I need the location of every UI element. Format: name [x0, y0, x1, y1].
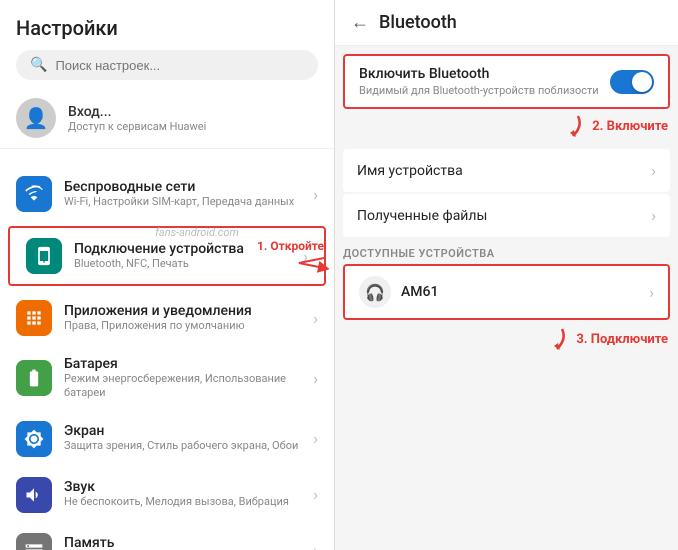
bluetooth-title: Bluetooth	[379, 12, 457, 33]
search-input[interactable]	[55, 58, 304, 73]
sidebar-item-display[interactable]: Экран Защита зрения, Стиль рабочего экра…	[0, 411, 334, 467]
sidebar-item-apps[interactable]: Приложения и уведомления Права, Приложен…	[0, 290, 334, 346]
storage-title: Память	[64, 535, 301, 550]
sidebar-item-storage[interactable]: Память Память, Очистка памяти ›	[0, 523, 334, 550]
bluetooth-enable-label: Включить Bluetooth	[359, 66, 599, 82]
device-connection-icon	[26, 238, 62, 274]
bluetooth-enable-row: Включить Bluetooth Видимый для Bluetooth…	[359, 66, 654, 97]
sound-text: Звук Не беспокоить, Мелодия вызова, Вибр…	[64, 479, 301, 509]
display-title: Экран	[64, 423, 301, 439]
device-am61-chevron: ›	[649, 283, 654, 302]
account-name: Вход...	[68, 104, 206, 120]
battery-subtitle: Режим энергосбережения, Использование ба…	[64, 372, 301, 401]
sound-title: Звук	[64, 479, 301, 495]
sidebar-item-battery[interactable]: Батарея Режим энергосбережения, Использо…	[0, 346, 334, 411]
device-name-chevron: ›	[651, 161, 656, 180]
settings-title: Настройки	[16, 16, 318, 40]
battery-icon	[16, 360, 52, 396]
bluetooth-toggle[interactable]	[610, 70, 654, 94]
battery-text: Батарея Режим энергосбережения, Использо…	[64, 356, 301, 401]
back-button[interactable]: ←	[351, 12, 369, 33]
bluetooth-enable-subtitle: Видимый для Bluetooth-устройств поблизос…	[359, 84, 599, 97]
apps-subtitle: Права, Приложения по умолчанию	[64, 319, 301, 333]
device-am61[interactable]: 🎧 AM61 ›	[343, 264, 670, 320]
wireless-title: Беспроводные сети	[64, 179, 301, 195]
settings-list: Беспроводные сети Wi-Fi, Настройки SIM-к…	[0, 166, 334, 550]
apps-icon	[16, 300, 52, 336]
settings-panel: Настройки 🔍 👤 Вход... Доступ к сервисам …	[0, 0, 335, 550]
device-connection-subtitle: Bluetooth, NFC, Печать	[74, 257, 291, 271]
annotation-2-label: 2. Включите	[592, 119, 668, 134]
device-am61-name: AM61	[401, 284, 639, 300]
apps-text: Приложения и уведомления Права, Приложен…	[64, 303, 301, 333]
received-files-label: Полученные файлы	[357, 208, 487, 224]
sound-icon	[16, 477, 52, 513]
avatar: 👤	[16, 98, 56, 138]
apps-chevron: ›	[313, 309, 318, 328]
storage-chevron: ›	[313, 541, 318, 550]
bluetooth-panel: ← Bluetooth Включить Bluetooth Видимый д…	[335, 0, 678, 550]
display-icon	[16, 421, 52, 457]
device-connection-title: Подключение устройства	[74, 241, 291, 257]
storage-text: Память Память, Очистка памяти	[64, 535, 301, 550]
device-name-item[interactable]: Имя устройства ›	[343, 149, 670, 192]
annotation-3-arrow	[542, 324, 572, 354]
received-files-item[interactable]: Полученные файлы ›	[343, 194, 670, 237]
sidebar-item-device-connection[interactable]: Подключение устройства Bluetooth, NFC, П…	[8, 226, 326, 286]
left-header: Настройки 🔍	[0, 0, 334, 88]
sidebar-item-wireless[interactable]: Беспроводные сети Wi-Fi, Настройки SIM-к…	[0, 166, 334, 222]
annotation-2-arrow	[558, 111, 588, 141]
wireless-text: Беспроводные сети Wi-Fi, Настройки SIM-к…	[64, 179, 301, 209]
account-text: Вход... Доступ к сервисам Huawei	[68, 104, 206, 133]
bluetooth-enable-section: Включить Bluetooth Видимый для Bluetooth…	[343, 54, 670, 109]
bluetooth-enable-text: Включить Bluetooth Видимый для Bluetooth…	[359, 66, 599, 97]
battery-chevron: ›	[313, 369, 318, 388]
search-box[interactable]: 🔍	[16, 50, 318, 80]
device-connection-chevron: ›	[303, 247, 308, 266]
wireless-subtitle: Wi-Fi, Настройки SIM-карт, Передача данн…	[64, 195, 301, 209]
device-name-label: Имя устройства	[357, 163, 463, 179]
battery-title: Батарея	[64, 356, 301, 372]
sound-subtitle: Не беспокоить, Мелодия вызова, Вибрация	[64, 495, 301, 509]
device-connection-text: Подключение устройства Bluetooth, NFC, П…	[74, 241, 291, 271]
display-subtitle: Защита зрения, Стиль рабочего экрана, Об…	[64, 439, 301, 453]
storage-icon	[16, 533, 52, 550]
wireless-chevron: ›	[313, 185, 318, 204]
display-text: Экран Защита зрения, Стиль рабочего экра…	[64, 423, 301, 453]
bluetooth-content: Включить Bluetooth Видимый для Bluetooth…	[335, 46, 678, 550]
sound-chevron: ›	[313, 485, 318, 504]
annotation-3-label: 3. Подключите	[576, 332, 668, 347]
account-subtitle: Доступ к сервисам Huawei	[68, 120, 206, 133]
received-files-chevron: ›	[651, 206, 656, 225]
search-icon: 🔍	[30, 57, 47, 73]
right-header: ← Bluetooth	[335, 0, 678, 46]
display-chevron: ›	[313, 429, 318, 448]
sidebar-item-sound[interactable]: Звук Не беспокоить, Мелодия вызова, Вибр…	[0, 467, 334, 523]
wireless-icon	[16, 176, 52, 212]
account-row[interactable]: 👤 Вход... Доступ к сервисам Huawei	[0, 88, 334, 149]
available-devices-header: ДОСТУПНЫЕ УСТРОЙСТВА	[343, 247, 670, 260]
device-am61-icon: 🎧	[359, 276, 391, 308]
apps-title: Приложения и уведомления	[64, 303, 301, 319]
